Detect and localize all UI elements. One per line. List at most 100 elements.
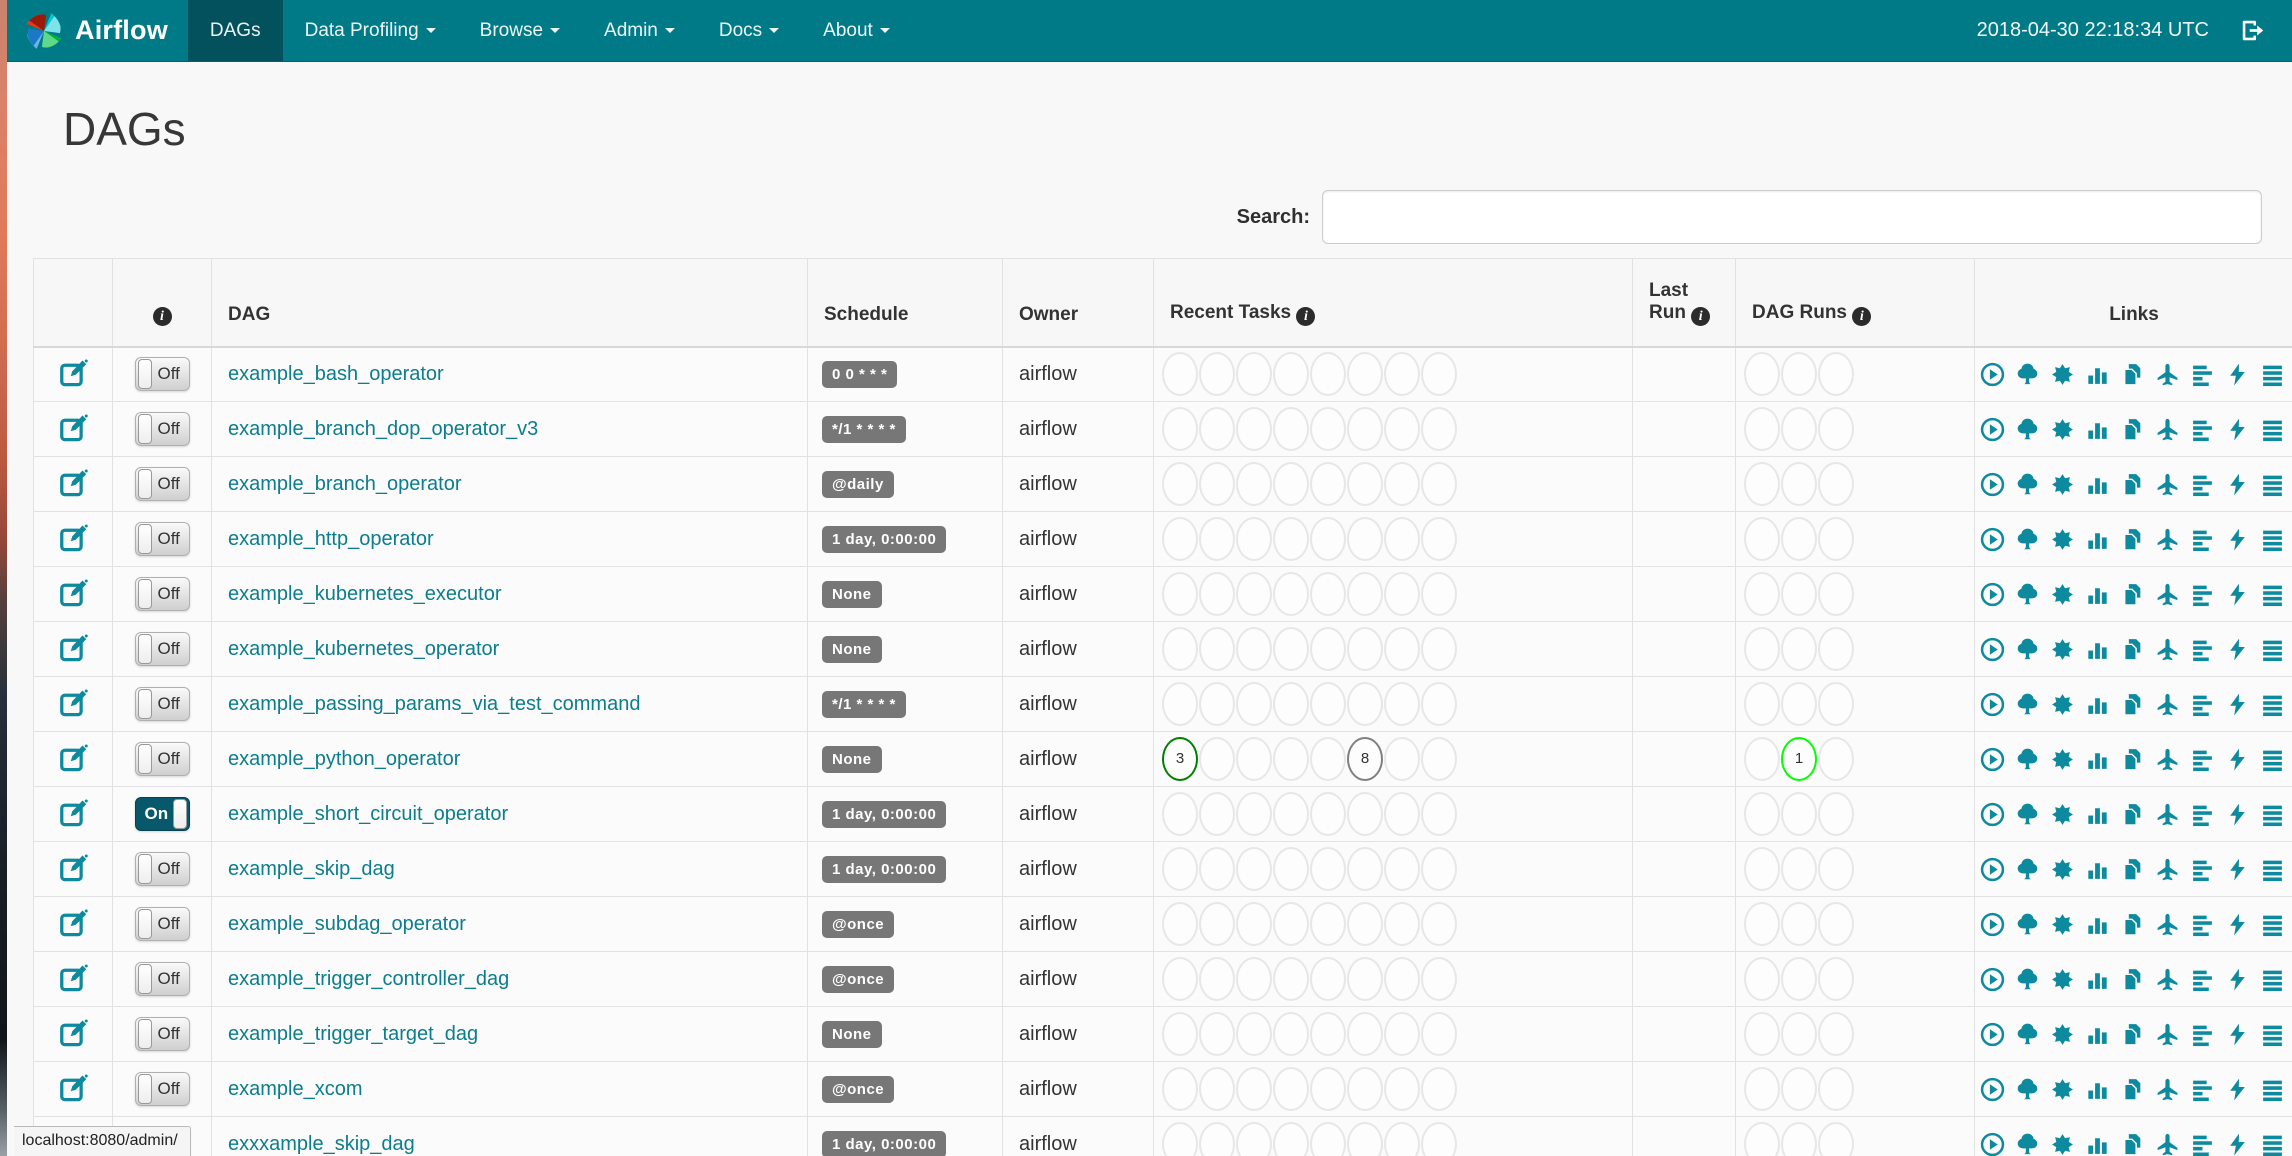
gantt-icon[interactable] bbox=[2190, 527, 2215, 552]
edit-dag-icon[interactable] bbox=[58, 524, 88, 554]
code-icon[interactable] bbox=[2225, 912, 2250, 937]
landing-times-icon[interactable] bbox=[2155, 912, 2180, 937]
search-input[interactable] bbox=[1322, 190, 2262, 244]
logs-icon[interactable] bbox=[2260, 417, 2285, 442]
logout-icon[interactable] bbox=[2239, 17, 2266, 44]
landing-times-icon[interactable] bbox=[2155, 802, 2180, 827]
code-icon[interactable] bbox=[2225, 802, 2250, 827]
dag-link[interactable]: example_skip_dag bbox=[228, 858, 395, 880]
logs-icon[interactable] bbox=[2260, 1022, 2285, 1047]
task-tries-icon[interactable] bbox=[2120, 472, 2145, 497]
landing-times-icon[interactable] bbox=[2155, 747, 2180, 772]
graph-view-icon[interactable] bbox=[2050, 582, 2075, 607]
task-duration-icon[interactable] bbox=[2085, 967, 2110, 992]
dag-run-state-circle[interactable]: 1 bbox=[1781, 737, 1817, 781]
code-icon[interactable] bbox=[2225, 1077, 2250, 1102]
dag-link[interactable]: example_trigger_controller_dag bbox=[228, 968, 509, 990]
task-duration-icon[interactable] bbox=[2085, 1077, 2110, 1102]
code-icon[interactable] bbox=[2225, 472, 2250, 497]
gantt-icon[interactable] bbox=[2190, 747, 2215, 772]
logs-icon[interactable] bbox=[2260, 1077, 2285, 1102]
trigger-dag-icon[interactable] bbox=[1980, 1132, 2005, 1156]
gantt-icon[interactable] bbox=[2190, 1077, 2215, 1102]
gantt-icon[interactable] bbox=[2190, 582, 2215, 607]
task-duration-icon[interactable] bbox=[2085, 472, 2110, 497]
pause-toggle[interactable]: Off bbox=[134, 852, 190, 886]
tree-view-icon[interactable] bbox=[2015, 692, 2040, 717]
graph-view-icon[interactable] bbox=[2050, 362, 2075, 387]
logs-icon[interactable] bbox=[2260, 912, 2285, 937]
trigger-dag-icon[interactable] bbox=[1980, 912, 2005, 937]
task-tries-icon[interactable] bbox=[2120, 1077, 2145, 1102]
dag-link[interactable]: exxxample_skip_dag bbox=[228, 1133, 415, 1155]
dag-link[interactable]: example_short_circuit_operator bbox=[228, 803, 508, 825]
edit-dag-icon[interactable] bbox=[58, 359, 88, 389]
edit-dag-icon[interactable] bbox=[58, 414, 88, 444]
nav-item-admin[interactable]: Admin bbox=[582, 0, 697, 61]
graph-view-icon[interactable] bbox=[2050, 692, 2075, 717]
landing-times-icon[interactable] bbox=[2155, 527, 2180, 552]
graph-view-icon[interactable] bbox=[2050, 967, 2075, 992]
logs-icon[interactable] bbox=[2260, 527, 2285, 552]
tree-view-icon[interactable] bbox=[2015, 637, 2040, 662]
task-duration-icon[interactable] bbox=[2085, 637, 2110, 662]
task-tries-icon[interactable] bbox=[2120, 527, 2145, 552]
task-duration-icon[interactable] bbox=[2085, 692, 2110, 717]
edit-dag-icon[interactable] bbox=[58, 799, 88, 829]
task-duration-icon[interactable] bbox=[2085, 417, 2110, 442]
task-duration-icon[interactable] bbox=[2085, 582, 2110, 607]
task-tries-icon[interactable] bbox=[2120, 802, 2145, 827]
task-duration-icon[interactable] bbox=[2085, 1022, 2110, 1047]
landing-times-icon[interactable] bbox=[2155, 857, 2180, 882]
trigger-dag-icon[interactable] bbox=[1980, 1077, 2005, 1102]
code-icon[interactable] bbox=[2225, 747, 2250, 772]
dag-link[interactable]: example_branch_dop_operator_v3 bbox=[228, 418, 538, 440]
trigger-dag-icon[interactable] bbox=[1980, 582, 2005, 607]
task-duration-icon[interactable] bbox=[2085, 912, 2110, 937]
gantt-icon[interactable] bbox=[2190, 1022, 2215, 1047]
logs-icon[interactable] bbox=[2260, 692, 2285, 717]
tree-view-icon[interactable] bbox=[2015, 967, 2040, 992]
pause-toggle[interactable]: Off bbox=[134, 1017, 190, 1051]
tree-view-icon[interactable] bbox=[2015, 527, 2040, 552]
dag-link[interactable]: example_python_operator bbox=[228, 748, 460, 770]
pause-toggle[interactable]: Off bbox=[134, 742, 190, 776]
task-duration-icon[interactable] bbox=[2085, 747, 2110, 772]
code-icon[interactable] bbox=[2225, 637, 2250, 662]
tree-view-icon[interactable] bbox=[2015, 1132, 2040, 1156]
landing-times-icon[interactable] bbox=[2155, 692, 2180, 717]
trigger-dag-icon[interactable] bbox=[1980, 472, 2005, 497]
edit-dag-icon[interactable] bbox=[58, 744, 88, 774]
pause-toggle[interactable]: Off bbox=[134, 577, 190, 611]
tree-view-icon[interactable] bbox=[2015, 1022, 2040, 1047]
edit-dag-icon[interactable] bbox=[58, 909, 88, 939]
landing-times-icon[interactable] bbox=[2155, 1132, 2180, 1156]
task-tries-icon[interactable] bbox=[2120, 912, 2145, 937]
gantt-icon[interactable] bbox=[2190, 637, 2215, 662]
airflow-brand[interactable]: Airflow bbox=[7, 0, 188, 61]
gantt-icon[interactable] bbox=[2190, 417, 2215, 442]
pause-toggle[interactable]: On bbox=[134, 797, 190, 831]
trigger-dag-icon[interactable] bbox=[1980, 967, 2005, 992]
task-state-circle[interactable]: 3 bbox=[1162, 737, 1198, 781]
task-tries-icon[interactable] bbox=[2120, 362, 2145, 387]
code-icon[interactable] bbox=[2225, 857, 2250, 882]
gantt-icon[interactable] bbox=[2190, 912, 2215, 937]
landing-times-icon[interactable] bbox=[2155, 637, 2180, 662]
graph-view-icon[interactable] bbox=[2050, 472, 2075, 497]
pause-toggle[interactable]: Off bbox=[134, 467, 190, 501]
tree-view-icon[interactable] bbox=[2015, 747, 2040, 772]
tree-view-icon[interactable] bbox=[2015, 582, 2040, 607]
edit-dag-icon[interactable] bbox=[58, 1074, 88, 1104]
dag-link[interactable]: example_kubernetes_executor bbox=[228, 583, 502, 605]
landing-times-icon[interactable] bbox=[2155, 582, 2180, 607]
gantt-icon[interactable] bbox=[2190, 857, 2215, 882]
task-tries-icon[interactable] bbox=[2120, 857, 2145, 882]
dag-link[interactable]: example_branch_operator bbox=[228, 473, 462, 495]
gantt-icon[interactable] bbox=[2190, 472, 2215, 497]
dag-link[interactable]: example_passing_params_via_test_command bbox=[228, 693, 640, 715]
gantt-icon[interactable] bbox=[2190, 967, 2215, 992]
graph-view-icon[interactable] bbox=[2050, 637, 2075, 662]
trigger-dag-icon[interactable] bbox=[1980, 857, 2005, 882]
code-icon[interactable] bbox=[2225, 582, 2250, 607]
